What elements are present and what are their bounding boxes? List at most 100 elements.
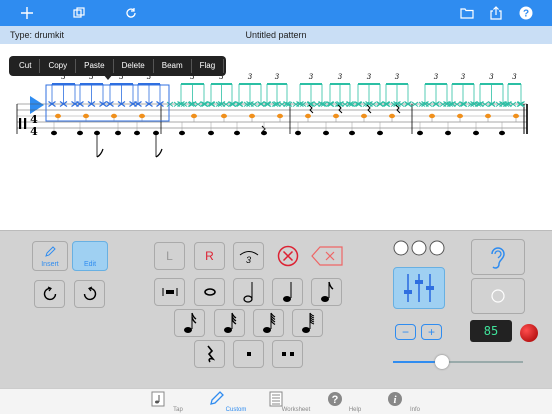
thirtysecond-note-button[interactable] (214, 309, 245, 337)
half-note-icon (242, 282, 253, 303)
tempo-plus-button[interactable]: + (421, 324, 442, 340)
tab-worksheet[interactable]: Worksheet (256, 390, 310, 414)
snare-note (277, 113, 283, 119)
hundredtwentyeighth-note-icon (301, 312, 314, 333)
info-icon: i (388, 392, 402, 406)
quarter-note-button[interactable] (272, 278, 303, 306)
undo-icon (43, 286, 56, 301)
listen-button[interactable] (471, 239, 525, 275)
tab-custom-label: Custom (225, 407, 247, 413)
sixtyfourth-note-button[interactable] (253, 309, 284, 337)
snare-notes (55, 104, 519, 122)
snare-note (485, 113, 491, 119)
rest-button[interactable] (194, 340, 225, 368)
mixer-button[interactable] (393, 267, 445, 309)
help-icon[interactable]: ? (516, 3, 536, 23)
snare-note (513, 113, 519, 119)
delete-menu-item[interactable]: Delete (114, 59, 154, 73)
backspace-button[interactable] (309, 242, 345, 270)
half-note-button[interactable] (233, 278, 264, 306)
kick-note (77, 130, 83, 136)
kick-flag (96, 148, 104, 158)
svg-text:?: ? (332, 394, 339, 406)
snare-note (429, 113, 435, 119)
edit-mode-button[interactable]: Edit (72, 241, 108, 271)
metronome-toggle-button[interactable] (471, 278, 525, 314)
tab-tap[interactable]: Tap (138, 390, 183, 414)
quarter-note-icon (282, 282, 291, 302)
kick-note (51, 130, 57, 136)
tuplet-mark: 3 (248, 73, 253, 81)
insert-label: Insert (41, 261, 59, 268)
flag-menu-item[interactable]: Flag (192, 59, 225, 73)
tempo-slider[interactable] (393, 355, 523, 369)
svg-text:?: ? (523, 9, 529, 20)
tuplet-mark: 3 (395, 73, 400, 81)
dot-button[interactable] (233, 340, 264, 368)
eighth-note-button[interactable] (311, 278, 342, 306)
kick-note (134, 130, 140, 136)
undo-button[interactable] (34, 280, 65, 308)
snare-note (221, 113, 227, 119)
circle-icon (491, 289, 505, 303)
tab-tap-label: Tap (173, 407, 183, 413)
refresh-icon[interactable] (121, 3, 141, 23)
right-hand-button[interactable]: R (194, 242, 225, 270)
copy-menu-item[interactable]: Copy (40, 59, 77, 73)
record-indicator[interactable] (520, 324, 538, 342)
triplet-button[interactable]: 3 (233, 242, 264, 270)
triplet-label: 3 (245, 255, 251, 265)
top-toolbar: ? (0, 0, 552, 26)
tab-info-label: Info (409, 407, 420, 413)
duplicate-icon[interactable] (69, 3, 89, 23)
kick-flag (155, 148, 163, 158)
left-hand-button[interactable]: L (154, 242, 185, 270)
double-dot-button[interactable] (272, 340, 303, 368)
tempo-minus-button[interactable]: − (395, 324, 416, 340)
voice-circles[interactable] (393, 240, 449, 256)
measure-rest-button[interactable] (154, 278, 185, 306)
snare-note (361, 113, 367, 119)
tuplet-mark: 3 (338, 73, 343, 81)
whole-note-button[interactable] (194, 278, 225, 306)
tab-info[interactable]: i Info (375, 390, 420, 414)
paste-menu-item[interactable]: Paste (76, 59, 114, 73)
cut-menu-item[interactable]: Cut (11, 59, 41, 73)
tuplet-mark: 3 (461, 73, 466, 81)
hihat-notes (48, 83, 525, 107)
plus-icon[interactable] (17, 3, 37, 23)
edit-palette: Insert Edit L R 3 − + (0, 230, 552, 388)
tab-help[interactable]: ? Help (315, 390, 361, 414)
folder-icon[interactable] (457, 3, 477, 23)
kick-note (208, 130, 214, 136)
double-dot-icon (281, 352, 294, 356)
hundredtwentyeighth-note-button[interactable] (292, 309, 323, 337)
plus-label: + (427, 325, 435, 339)
sixteenth-note-icon (183, 312, 196, 333)
minus-label: − (401, 325, 409, 339)
dot-icon (246, 352, 251, 356)
time-signature-bottom: 4 (30, 125, 38, 138)
clear-button[interactable] (272, 242, 303, 270)
share-icon[interactable] (486, 3, 506, 23)
kick-note (234, 130, 240, 136)
tab-custom[interactable]: Custom (196, 390, 246, 414)
kick-note (445, 130, 451, 136)
redo-button[interactable] (74, 280, 105, 308)
sliders-icon (404, 274, 434, 302)
left-hand-label: L (166, 249, 173, 263)
kick-note (473, 130, 479, 136)
tab-worksheet-label: Worksheet (281, 407, 311, 413)
backspace-icon (311, 246, 343, 266)
snare-note (249, 113, 255, 119)
sixteenth-note-button[interactable] (174, 309, 205, 337)
kick-note (499, 130, 505, 136)
insert-mode-button[interactable]: Insert (32, 241, 68, 271)
beam-menu-item[interactable]: Beam (154, 59, 192, 73)
tuplet-mark: 3 (309, 73, 314, 81)
bottom-tab-bar: Tap Custom Worksheet ? Help i Info (0, 388, 552, 414)
eighth-note-icon (320, 281, 333, 302)
slider-thumb[interactable] (435, 355, 450, 369)
kick-note (417, 130, 423, 136)
voice-circle-3-icon (429, 240, 445, 256)
